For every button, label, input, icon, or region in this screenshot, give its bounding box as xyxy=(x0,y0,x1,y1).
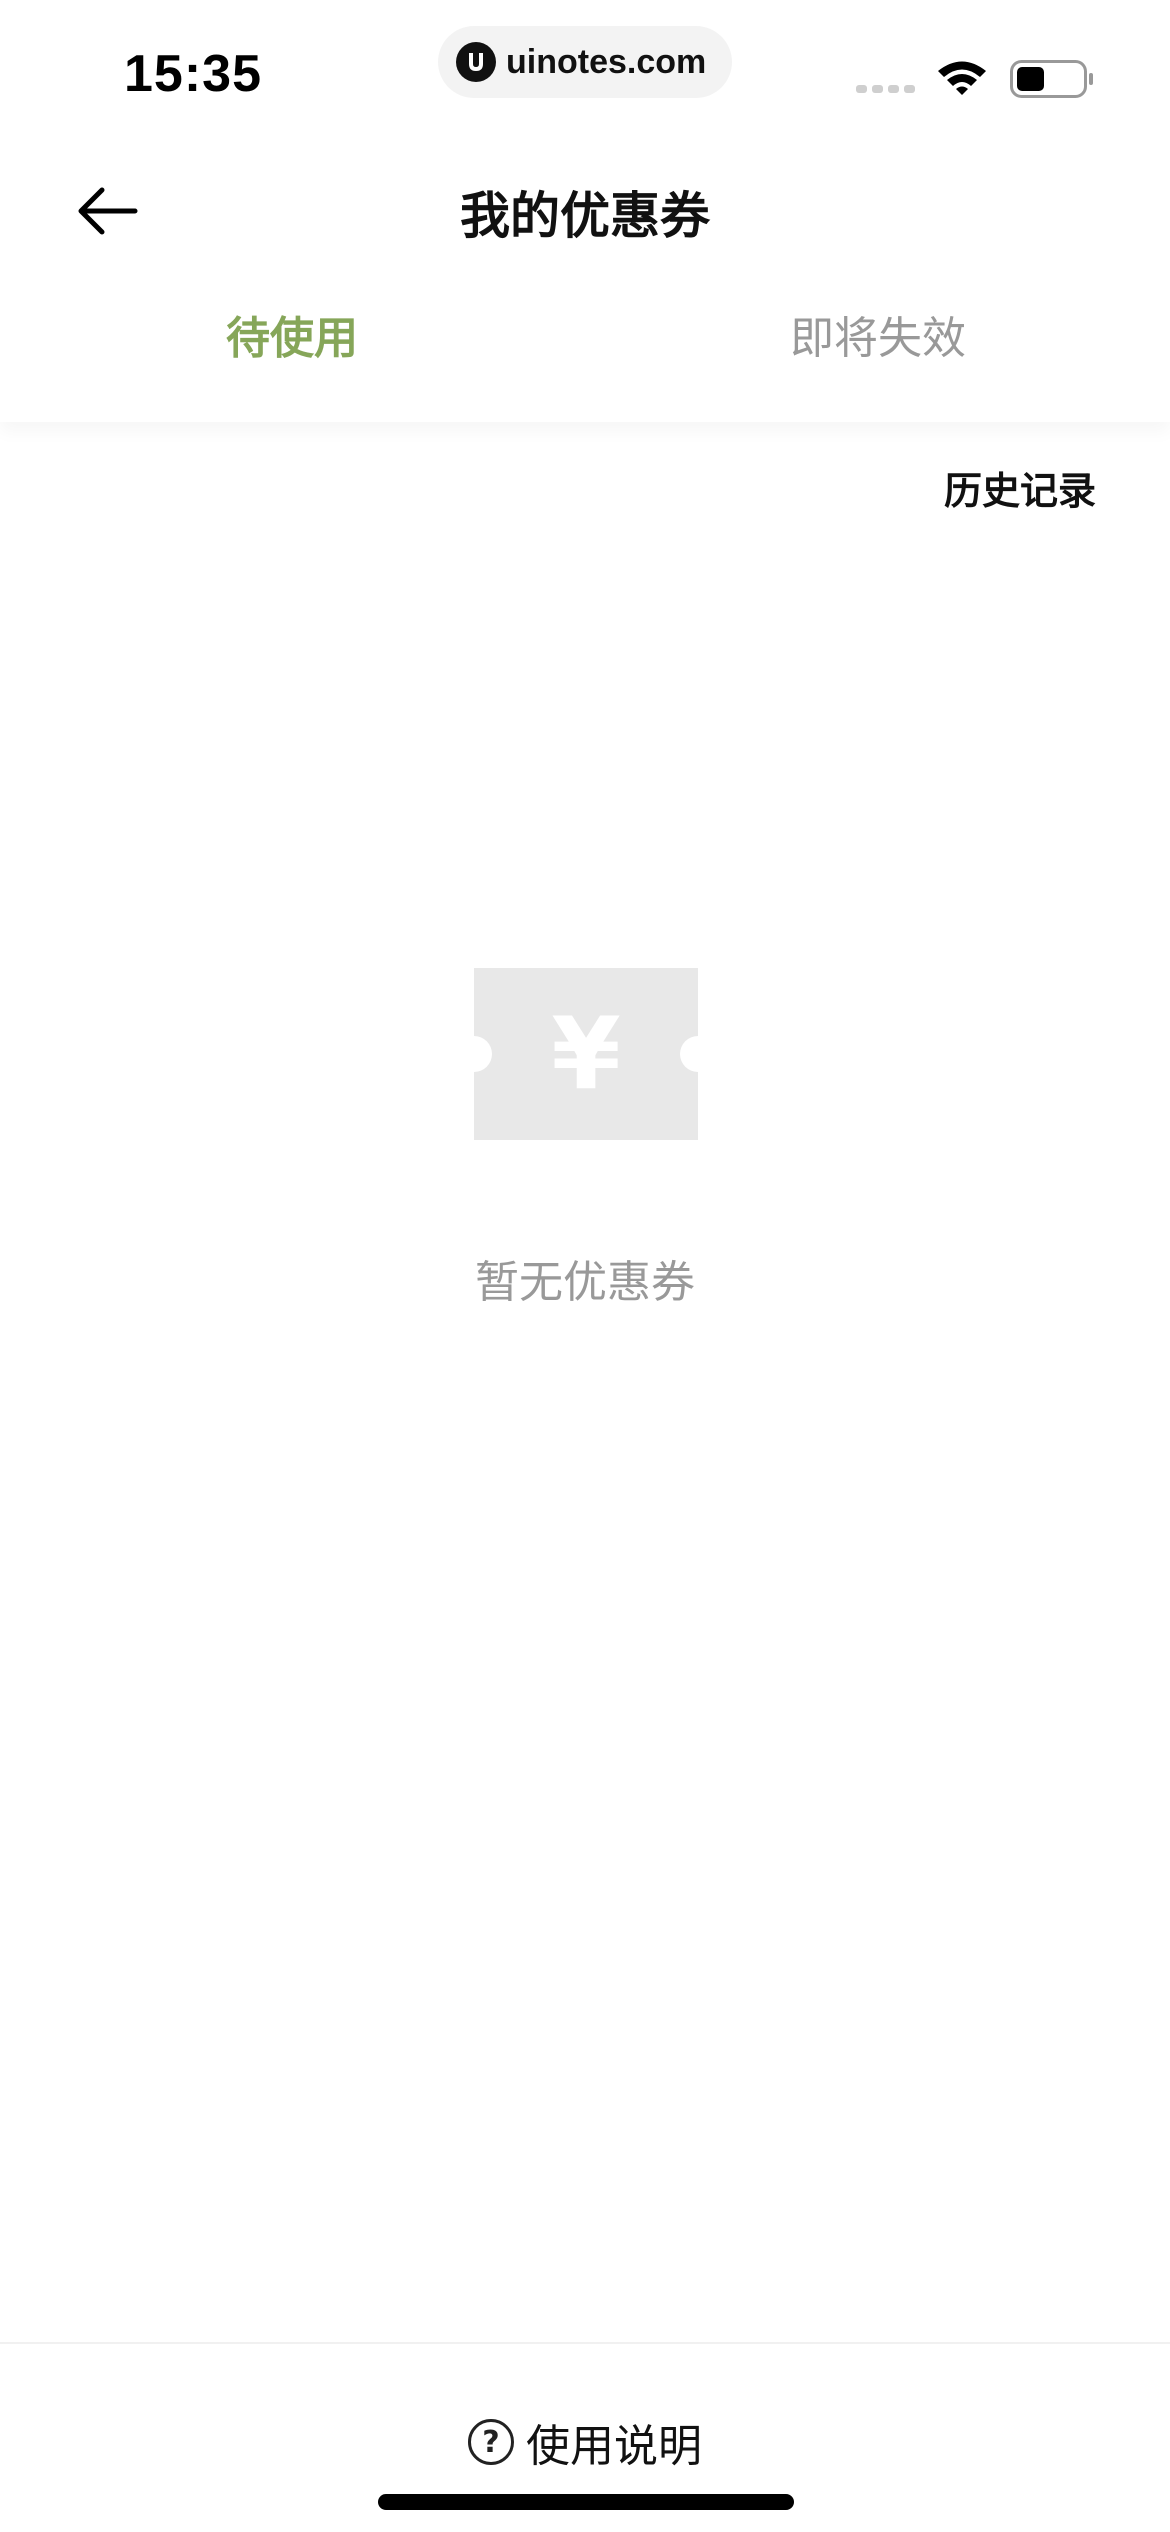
coupon-yen-icon: ¥ xyxy=(474,968,698,1140)
header: 我的优惠券 待使用 即将失效 xyxy=(0,130,1170,422)
cellular-signal-icon xyxy=(856,85,915,93)
page-title: 我的优惠券 xyxy=(460,187,710,245)
home-indicator xyxy=(378,2494,794,2510)
question-circle-icon: ? xyxy=(468,2419,514,2465)
history-link[interactable]: 历史记录 xyxy=(944,460,1096,515)
usage-instructions-button[interactable]: ? 使用说明 xyxy=(0,2410,1170,2474)
battery-icon xyxy=(1010,60,1093,98)
status-time: 15:35 xyxy=(124,45,262,103)
tab-expiring-soon[interactable]: 即将失效 xyxy=(790,302,966,366)
url-pill[interactable]: uinotes.com xyxy=(438,26,732,98)
empty-state-text: 暂无优惠券 xyxy=(475,1257,695,1308)
site-logo-icon xyxy=(456,42,496,82)
tab-pending-use[interactable]: 待使用 xyxy=(226,302,358,366)
coupon-currency-symbol: ¥ xyxy=(551,996,621,1113)
wifi-icon xyxy=(938,61,986,95)
usage-instructions-label: 使用说明 xyxy=(526,2421,702,2472)
url-text: uinotes.com xyxy=(506,42,707,81)
status-bar: 15:35 uinotes.com xyxy=(0,0,1170,130)
